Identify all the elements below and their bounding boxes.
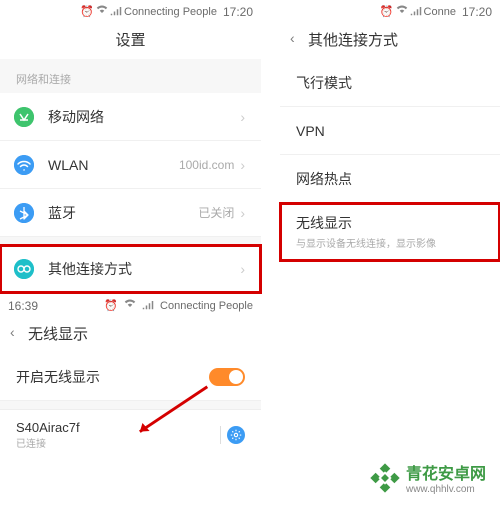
- row-label: VPN: [296, 123, 484, 139]
- alarm-icon: ⏰: [380, 5, 394, 18]
- section-header-network: 网络和连接: [0, 59, 261, 93]
- row-vpn[interactable]: VPN: [280, 107, 500, 155]
- wlan-icon: [14, 155, 34, 175]
- page-title-settings: 设置: [0, 21, 261, 59]
- chevron-right-icon: ›: [240, 205, 245, 221]
- row-airplane-mode[interactable]: 飞行模式: [280, 59, 500, 107]
- row-value: 已关闭: [198, 204, 234, 221]
- toggle-switch[interactable]: [209, 368, 245, 386]
- carrier-label: Connecting People: [124, 6, 217, 18]
- chevron-right-icon: ›: [240, 157, 245, 173]
- other-connections-icon: [14, 259, 34, 279]
- wifi-icon: [396, 4, 408, 19]
- chevron-right-icon: ›: [240, 261, 245, 277]
- watermark: 青花安卓网 www.qhhlv.com: [370, 460, 486, 495]
- carrier-label: Connecting People: [160, 300, 253, 312]
- signal-icon: [110, 4, 122, 19]
- alarm-icon: ⏰: [104, 299, 118, 312]
- status-bar-p3: 16:39 ⏰ Connecting People: [0, 294, 261, 315]
- back-button[interactable]: ‹: [290, 30, 295, 46]
- status-bar-left: ⏰ Connecting People 17:20: [0, 0, 261, 21]
- row-label: WLAN: [48, 157, 179, 173]
- row-label: 其他连接方式: [48, 259, 240, 279]
- alarm-icon: ⏰: [80, 5, 94, 18]
- row-wlan[interactable]: WLAN 100id.com ›: [0, 141, 261, 189]
- page-title-wireless-display: ‹ 无线显示: [0, 315, 261, 353]
- row-wireless-display[interactable]: 无线显示 与显示设备无线连接，显示影像: [280, 203, 500, 261]
- chevron-right-icon: ›: [240, 109, 245, 125]
- mobile-network-icon: [14, 107, 34, 127]
- row-label: 网络热点: [296, 169, 484, 189]
- status-bar-right: ⏰ Conne 17:20: [280, 0, 500, 21]
- signal-icon: [142, 298, 154, 313]
- row-label: 无线显示: [296, 213, 484, 233]
- page-title-other-connections: ‹ 其他连接方式: [280, 21, 500, 59]
- wifi-icon: [124, 298, 136, 313]
- row-cast-device[interactable]: S40Airac7f 已连接: [0, 409, 261, 460]
- status-time: 16:39: [8, 299, 38, 313]
- row-label: 移动网络: [48, 107, 240, 127]
- watermark-icon: [370, 463, 400, 493]
- back-button[interactable]: ‹: [10, 324, 15, 340]
- watermark-url: www.qhhlv.com: [406, 484, 486, 495]
- wifi-icon: [96, 4, 108, 19]
- row-value: 100id.com: [179, 158, 234, 172]
- bluetooth-icon: [14, 203, 34, 223]
- row-label: 蓝牙: [48, 203, 198, 223]
- carrier-label: Conne: [424, 6, 456, 18]
- row-bluetooth[interactable]: 蓝牙 已关闭 ›: [0, 189, 261, 237]
- status-time: 17:20: [462, 5, 492, 19]
- divider: [220, 426, 221, 444]
- status-time: 17:20: [223, 5, 253, 19]
- title-text: 无线显示: [28, 326, 88, 343]
- gear-icon[interactable]: [227, 426, 245, 444]
- watermark-title: 青花安卓网: [406, 460, 486, 484]
- row-hotspot[interactable]: 网络热点: [280, 155, 500, 203]
- row-other-connections[interactable]: 其他连接方式 ›: [0, 245, 261, 293]
- row-label: 飞行模式: [296, 73, 484, 93]
- signal-icon: [410, 4, 422, 19]
- device-status: 已连接: [16, 435, 220, 450]
- title-text: 其他连接方式: [308, 32, 398, 49]
- row-subtitle: 与显示设备无线连接，显示影像: [296, 235, 484, 250]
- row-mobile-network[interactable]: 移动网络 ›: [0, 93, 261, 141]
